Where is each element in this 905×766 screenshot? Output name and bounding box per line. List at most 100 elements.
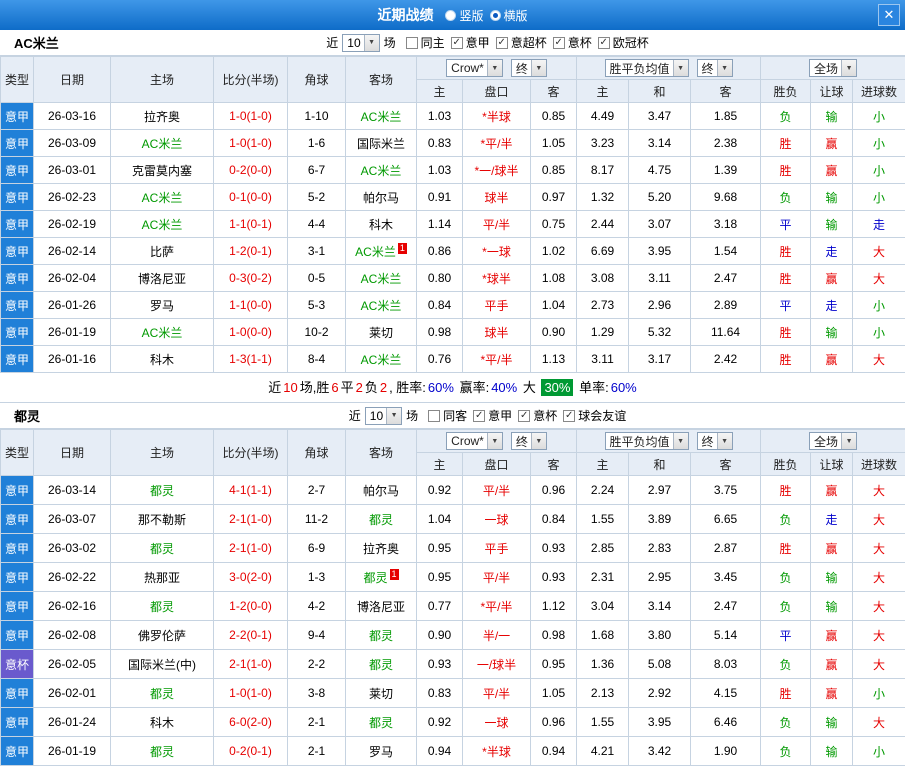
match-row: 意甲26-01-16科木1-3(1-1)8-4AC米兰0.76*平/半1.133… (1, 346, 905, 373)
handicap: 一/球半 (463, 650, 531, 679)
avg-draw: 2.97 (629, 476, 691, 505)
odds-home: 0.95 (417, 534, 463, 563)
result-wdl: 负 (761, 563, 811, 592)
wdl-stage-select[interactable]: 终 ▼ (697, 59, 733, 77)
close-button[interactable]: ✕ (878, 4, 900, 26)
match-date: 26-03-07 (34, 505, 111, 534)
result-goals: 大 (853, 534, 905, 563)
col-home: 主场 (111, 57, 214, 103)
avg-away: 1.39 (691, 157, 761, 184)
filter-checkbox-意杯[interactable]: ✓意杯 (553, 34, 592, 51)
handicap: *一/球半 (463, 157, 531, 184)
filter-checkbox-意超杯[interactable]: ✓意超杯 (496, 34, 547, 51)
handicap: *半球 (463, 737, 531, 766)
sub-col-result-wdl: 胜负 (761, 453, 811, 476)
scope-select[interactable]: 全场 ▼ (809, 432, 857, 450)
avg-home: 8.17 (577, 157, 629, 184)
filter-checkbox-意杯[interactable]: ✓意杯 (518, 407, 557, 424)
handicap: 球半 (463, 184, 531, 211)
dialog-title: 近期战绩 (377, 5, 433, 25)
chevron-down-icon: ▼ (717, 60, 732, 76)
match-date: 26-03-02 (34, 534, 111, 563)
avg-away: 11.64 (691, 319, 761, 346)
odds-home: 0.98 (417, 319, 463, 346)
checkbox-checked-icon: ✓ (451, 37, 463, 49)
avg-home: 2.24 (577, 476, 629, 505)
league-badge: 意甲 (1, 708, 34, 737)
wdl-stage-select[interactable]: 终 ▼ (697, 432, 733, 450)
select-value: 终 (516, 433, 528, 450)
scope-select[interactable]: 全场 ▼ (809, 59, 857, 77)
odds-stage-select[interactable]: 终 ▼ (511, 59, 547, 77)
home-team: 热那亚 (111, 563, 214, 592)
away-team: AC米兰 (346, 265, 417, 292)
odds-away: 0.93 (531, 563, 577, 592)
away-team: 拉齐奥 (346, 534, 417, 563)
summary-segment: , 胜率: (389, 380, 426, 395)
result-wdl: 平 (761, 211, 811, 238)
match-date: 26-02-01 (34, 679, 111, 708)
layout-radio-vertical[interactable]: 竖版 (445, 7, 483, 24)
bookmaker-select[interactable]: Crow* ▼ (446, 59, 503, 77)
filter-checkbox-同客[interactable]: 同客 (428, 407, 467, 424)
home-team: 都灵 (111, 476, 214, 505)
filter-checkbox-意甲[interactable]: ✓意甲 (451, 34, 490, 51)
avg-away: 6.65 (691, 505, 761, 534)
avg-draw: 5.32 (629, 319, 691, 346)
match-count-select[interactable]: 10 ▼ (342, 34, 379, 52)
avg-draw: 2.95 (629, 563, 691, 592)
odds-group-header: Crow* ▼ 终 ▼ (417, 430, 577, 453)
filter-checkbox-欧冠杯[interactable]: ✓欧冠杯 (598, 34, 649, 51)
league-badge: 意甲 (1, 621, 34, 650)
col-corner: 角球 (288, 430, 346, 476)
odds-away: 0.98 (531, 621, 577, 650)
col-date: 日期 (34, 430, 111, 476)
wdl-average-select[interactable]: 胜平负均值 ▼ (605, 432, 689, 450)
wdl-average-select[interactable]: 胜平负均值 ▼ (605, 59, 689, 77)
checkbox-label: 意甲 (466, 34, 490, 51)
result-handicap: 输 (811, 184, 853, 211)
summary-segment: 近 (268, 380, 281, 395)
match-row: 意甲26-03-02都灵2-1(1-0)6-9拉齐奥0.95平手0.932.85… (1, 534, 905, 563)
odds-home: 0.83 (417, 130, 463, 157)
result-goals: 大 (853, 238, 905, 265)
result-handicap: 输 (811, 103, 853, 130)
odds-home: 0.84 (417, 292, 463, 319)
avg-group-header: 胜平负均值 ▼ 终 ▼ (577, 430, 761, 453)
home-team: 国际米兰(中) (111, 650, 214, 679)
home-team: 克雷莫内塞 (111, 157, 214, 184)
checkbox-label: 球会友谊 (578, 407, 626, 424)
summary-segment: 6 (331, 380, 338, 395)
layout-radio-horizontal[interactable]: 横版 (490, 7, 528, 24)
odds-stage-select[interactable]: 终 ▼ (511, 432, 547, 450)
filter-checkbox-同主[interactable]: 同主 (406, 34, 445, 51)
result-wdl: 胜 (761, 130, 811, 157)
handicap: 平/半 (463, 476, 531, 505)
result-handicap: 赢 (811, 621, 853, 650)
result-wdl: 胜 (761, 319, 811, 346)
handicap: *平/半 (463, 346, 531, 373)
league-filter-list: 同客 ✓意甲 ✓意杯 ✓球会友谊 (422, 407, 626, 424)
chevron-down-icon: ▼ (673, 433, 688, 449)
record-summary: 近10场,胜6平2负2, 胜率:60% 赢率:40% 大 30% 单率:60% (0, 373, 905, 403)
away-team: 都灵 (346, 505, 417, 534)
filter-checkbox-球会友谊[interactable]: ✓球会友谊 (563, 407, 626, 424)
match-row: 意甲26-02-16都灵1-2(0-0)4-2博洛尼亚0.77*平/半1.123… (1, 592, 905, 621)
filter-checkbox-意甲[interactable]: ✓意甲 (473, 407, 512, 424)
score: 0-1(0-0) (214, 184, 288, 211)
avg-away: 2.89 (691, 292, 761, 319)
odds-home: 1.03 (417, 157, 463, 184)
home-team: 比萨 (111, 238, 214, 265)
league-badge: 意甲 (1, 265, 34, 292)
summary-segment: 60% (428, 380, 454, 395)
corners: 3-8 (288, 679, 346, 708)
corners: 10-2 (288, 319, 346, 346)
team-name: 都灵 (14, 406, 40, 425)
result-handicap: 输 (811, 708, 853, 737)
away-team: AC米兰 (346, 346, 417, 373)
league-badge: 意甲 (1, 238, 34, 265)
bookmaker-select[interactable]: Crow* ▼ (446, 432, 503, 450)
home-team: 那不勒斯 (111, 505, 214, 534)
match-count-select[interactable]: 10 ▼ (365, 407, 402, 425)
summary-segment: 40% (491, 380, 517, 395)
